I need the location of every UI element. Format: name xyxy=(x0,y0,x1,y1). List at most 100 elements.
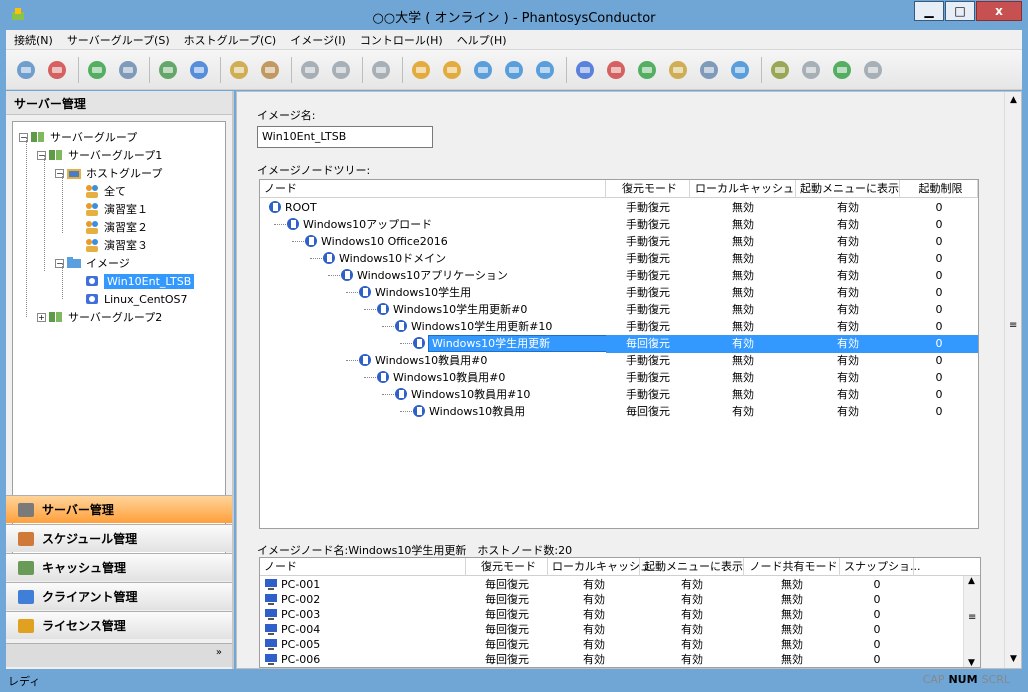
image-settings-icon[interactable] xyxy=(726,56,754,84)
scroll-grip-icon[interactable]: ≡ xyxy=(1009,320,1017,331)
column-header[interactable]: ノード xyxy=(260,180,606,198)
column-header[interactable]: 復元モード xyxy=(606,180,690,198)
add-server-group-icon[interactable] xyxy=(154,56,182,84)
expand-toggle-icon[interactable]: + xyxy=(37,312,46,322)
node-connector xyxy=(364,377,376,378)
host-row[interactable]: PC-004 毎回復元 有効 有効 無効 0 xyxy=(260,622,964,637)
refresh-icon[interactable] xyxy=(83,56,111,84)
menu-server-group[interactable]: サーバーグループ(S) xyxy=(67,32,170,48)
maximize-button[interactable]: □ xyxy=(945,1,975,21)
remove-host-icon[interactable] xyxy=(327,56,355,84)
node-row[interactable]: ROOT 手動復元 無効 有効 0 xyxy=(260,199,978,216)
host-grid-scrollbar[interactable]: ▲ ≡ ▼ xyxy=(963,576,980,667)
image-new-icon[interactable] xyxy=(571,56,599,84)
remove-host-group-icon[interactable] xyxy=(256,56,284,84)
image-name-field[interactable]: Win10Ent_LTSB xyxy=(257,126,433,148)
user-settings-icon[interactable] xyxy=(531,56,559,84)
node-row[interactable]: Windows10学生用更新#10 手動復元 無効 有効 0 xyxy=(260,318,978,335)
image-edit-icon[interactable] xyxy=(664,56,692,84)
column-header[interactable]: 起動メニューに表示 xyxy=(640,558,744,576)
column-header[interactable]: ローカルキャッシュ xyxy=(548,558,651,576)
connect-icon[interactable] xyxy=(12,56,40,84)
menu-image[interactable]: イメージ(I) xyxy=(290,32,346,48)
image-add-icon[interactable] xyxy=(633,56,661,84)
node-row[interactable]: Windows10ドメイン 手動復元 無効 有効 0 xyxy=(260,250,978,267)
host-row[interactable]: PC-006 毎回復元 有効 有効 無効 0 xyxy=(260,652,964,667)
nav-client[interactable]: クライアント管理 xyxy=(6,582,232,610)
host-row[interactable]: PC-005 毎回復元 有効 有効 無効 0 xyxy=(260,637,964,652)
host-settings-icon[interactable] xyxy=(367,56,395,84)
node-row[interactable]: Windows10アプリケーション 手動復元 無効 有効 0 xyxy=(260,267,978,284)
image-copy-icon[interactable] xyxy=(695,56,723,84)
scroll-up-icon[interactable]: ▲ xyxy=(968,576,975,586)
tree-item[interactable]: 演習室２ xyxy=(73,218,148,236)
user-group-icon xyxy=(86,185,98,198)
close-button[interactable]: x xyxy=(976,1,1022,21)
node-row[interactable]: Windows10教員用 毎回復元 有効 有効 0 xyxy=(260,403,978,420)
node-settings-icon[interactable] xyxy=(766,56,794,84)
scroll-up-icon[interactable]: ▲ xyxy=(1005,92,1022,109)
server-icon[interactable] xyxy=(114,56,142,84)
column-header[interactable]: スナップショ... xyxy=(840,558,921,576)
tree-item[interactable]: − サーバーグループ1 xyxy=(37,146,162,164)
tree-item[interactable]: + サーバーグループ2 xyxy=(37,308,162,326)
tree-item[interactable]: 演習室３ xyxy=(73,236,148,254)
tree-item[interactable]: − イメージ xyxy=(55,254,130,272)
scroll-grip-icon[interactable]: ≡ xyxy=(968,612,976,623)
remove-user-group-icon[interactable] xyxy=(438,56,466,84)
host-row[interactable]: PC-002 毎回復元 有効 有効 無効 0 xyxy=(260,592,964,607)
tree-item[interactable]: Win10Ent_LTSB xyxy=(73,272,195,290)
edit-user-icon[interactable] xyxy=(500,56,528,84)
column-header[interactable]: ノード共有モード xyxy=(744,558,840,576)
tree-item[interactable]: 全て xyxy=(73,182,126,200)
nav-cache[interactable]: キャッシュ管理 xyxy=(6,553,232,581)
column-header[interactable]: 起動制限 xyxy=(900,180,978,198)
tree-item[interactable]: 演習室１ xyxy=(73,200,148,218)
nav-schedule[interactable]: スケジュール管理 xyxy=(6,524,232,552)
nav-license[interactable]: ライセンス管理 xyxy=(6,611,232,639)
node-row[interactable]: Windows10教員用#0 手動復元 無効 有効 0 xyxy=(260,352,978,369)
add-host-icon[interactable] xyxy=(296,56,324,84)
menu-connect[interactable]: 接続(N) xyxy=(14,32,53,48)
host-name-cell: PC-004 xyxy=(264,622,464,637)
add-host-group-icon[interactable] xyxy=(225,56,253,84)
node-add-icon[interactable] xyxy=(828,56,856,84)
add-user-group-icon[interactable] xyxy=(407,56,435,84)
server-settings-icon[interactable] xyxy=(185,56,213,84)
node-cache-cell: 無効 xyxy=(732,218,754,231)
node-row[interactable]: Windows10学生用 手動復元 無効 有効 0 xyxy=(260,284,978,301)
tree-item[interactable]: − サーバーグループ xyxy=(19,128,137,146)
node-row[interactable]: Windows10 Office2016 手動復元 無効 有効 0 xyxy=(260,233,978,250)
tree-item[interactable]: Linux_CentOS7 xyxy=(73,290,188,308)
menu-host-group[interactable]: ホストグループ(C) xyxy=(184,32,277,48)
column-header[interactable]: 起動メニューに表示 xyxy=(796,180,900,198)
column-header[interactable]: ノード xyxy=(260,558,466,576)
node-delete-icon[interactable] xyxy=(859,56,887,84)
scroll-down-icon[interactable]: ▼ xyxy=(968,658,975,667)
node-row[interactable]: Windows10アップロード 手動復元 無効 有効 0 xyxy=(260,216,978,233)
host-row[interactable]: PC-001 毎回復元 有効 有効 無効 0 xyxy=(260,577,964,592)
node-row[interactable]: Windows10教員用#10 手動復元 無効 有効 0 xyxy=(260,386,978,403)
disconnect-icon[interactable] xyxy=(43,56,71,84)
node-row[interactable]: Windows10学生用更新 毎回復元 有効 有効 0 xyxy=(260,335,978,353)
node-icon xyxy=(323,252,335,264)
node-name-cell: ROOT xyxy=(268,199,606,217)
column-header[interactable]: 復元モード xyxy=(466,558,548,576)
nav-label: スケジュール管理 xyxy=(42,532,138,546)
node-mode-cell: 手動復元 xyxy=(626,286,670,299)
nav-server[interactable]: サーバー管理 xyxy=(6,495,232,523)
scroll-down-icon[interactable]: ▼ xyxy=(1005,651,1022,668)
node-menu-cell: 有効 xyxy=(837,354,859,367)
host-row[interactable]: PC-003 毎回復元 有効 有効 無効 0 xyxy=(260,607,964,622)
menu-control[interactable]: コントロール(H) xyxy=(360,32,443,48)
nav-more[interactable]: » xyxy=(6,643,232,667)
image-delete-icon[interactable] xyxy=(602,56,630,84)
node-limit-cell: 0 xyxy=(935,405,943,418)
tree-item[interactable]: − ホストグループ xyxy=(55,164,162,182)
menu-help[interactable]: ヘルプ(H) xyxy=(457,32,507,48)
add-user-icon[interactable] xyxy=(469,56,497,84)
node-copy-icon[interactable] xyxy=(797,56,825,84)
right-scrollbar[interactable]: ▲ ≡ ▼ xyxy=(1004,92,1021,668)
minimize-button[interactable]: ▁ xyxy=(914,1,944,21)
column-header[interactable]: ローカルキャッシュ xyxy=(690,180,796,198)
